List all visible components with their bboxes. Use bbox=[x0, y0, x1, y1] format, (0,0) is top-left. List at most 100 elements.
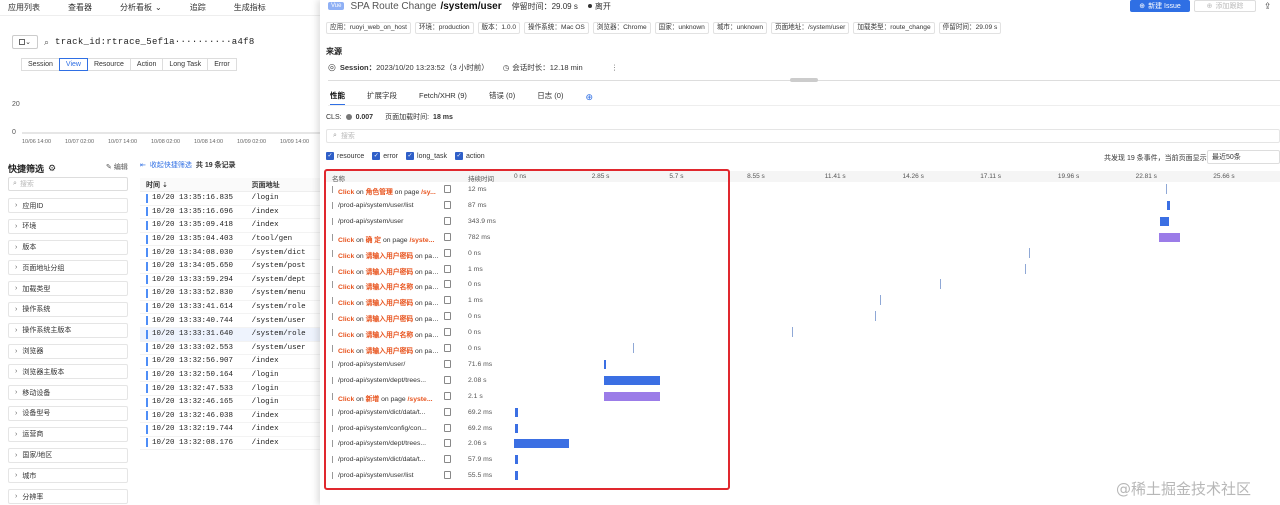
attribute-tag[interactable]: 城市：unknown bbox=[712, 22, 767, 34]
waterfall-row[interactable]: Click on 确 定 on page /syste... 782 ms bbox=[326, 230, 1280, 246]
page-size-select[interactable]: 最近50条 bbox=[1207, 150, 1280, 164]
copy-icon[interactable] bbox=[444, 280, 451, 289]
copy-icon[interactable] bbox=[444, 216, 451, 225]
tab-item[interactable]: 错误 (0) bbox=[489, 90, 515, 104]
add-track-button[interactable]: ⊕ 添加跟踪 bbox=[1194, 0, 1256, 12]
quick-filter-item[interactable]: › 浏览器 bbox=[8, 343, 128, 359]
quick-filter-item[interactable]: › 操作系统 bbox=[8, 301, 128, 317]
table-row[interactable]: 10/20 13:34:08.030/system/dict bbox=[140, 246, 320, 260]
waterfall-row[interactable]: /prod-api/system/user/list 87 ms bbox=[326, 198, 1280, 214]
table-row[interactable]: 10/20 13:32:47.533/login bbox=[140, 382, 320, 396]
waterfall-row[interactable]: Click on 请输入用户密码 on page p... 0 ns bbox=[326, 246, 1280, 262]
copy-icon[interactable] bbox=[444, 232, 451, 241]
waterfall-search-input[interactable]: ⌕ 搜索 bbox=[326, 129, 1280, 143]
checkbox-error[interactable]: ✓ error bbox=[372, 152, 398, 160]
type-filter-view[interactable]: View bbox=[58, 58, 88, 71]
copy-icon[interactable] bbox=[444, 391, 451, 400]
attribute-tag[interactable]: 页面地址：/system/user bbox=[771, 22, 850, 34]
copy-icon[interactable] bbox=[444, 375, 451, 384]
nav-item[interactable]: 追踪 bbox=[190, 2, 206, 13]
tab-item[interactable]: Fetch/XHR (9) bbox=[419, 90, 467, 104]
splitter-handle[interactable] bbox=[790, 78, 818, 82]
waterfall-row[interactable]: Click on 新增 on page /syste... 2.1 s bbox=[326, 389, 1280, 405]
quick-filter-item[interactable]: › 版本 bbox=[8, 239, 128, 255]
copy-icon[interactable] bbox=[444, 296, 451, 305]
quick-filter-item[interactable]: › 运营商 bbox=[8, 426, 128, 442]
copy-icon[interactable] bbox=[444, 200, 451, 209]
type-filter-error[interactable]: Error bbox=[207, 58, 237, 71]
copy-icon[interactable] bbox=[444, 248, 451, 257]
quick-filter-item[interactable]: › 移动设备 bbox=[8, 385, 128, 401]
copy-icon[interactable] bbox=[444, 407, 451, 416]
table-row[interactable]: 10/20 13:32:46.165/login bbox=[140, 396, 320, 410]
col-time-header[interactable]: 时间 ⇣ bbox=[140, 180, 252, 190]
waterfall-row[interactable]: /prod-api/system/dict/data/t... 57.9 ms bbox=[326, 452, 1280, 468]
waterfall-row[interactable]: Click on 请输入用户名称 on page p... 0 ns bbox=[326, 325, 1280, 341]
copy-icon[interactable] bbox=[444, 471, 451, 480]
quick-filter-item[interactable]: › 设备型号 bbox=[8, 405, 128, 421]
type-filter-session[interactable]: Session bbox=[21, 58, 60, 71]
copy-icon[interactable] bbox=[444, 455, 451, 464]
attribute-tag[interactable]: 加载类型：route_change bbox=[853, 22, 935, 34]
quick-filter-item[interactable]: › 操作系统主版本 bbox=[8, 322, 128, 338]
checkbox-action[interactable]: ✓ action bbox=[454, 152, 485, 160]
nav-item[interactable]: 生成指标 bbox=[234, 2, 266, 13]
quick-filter-item[interactable]: › 国家/地区 bbox=[8, 447, 128, 463]
type-filter-long-task[interactable]: Long Task bbox=[162, 58, 209, 71]
table-row[interactable]: 10/20 13:35:09.418/index bbox=[140, 219, 320, 233]
quick-filter-item[interactable]: › 页面地址分组 bbox=[8, 260, 128, 276]
table-row[interactable]: 10/20 13:32:46.038/index bbox=[140, 410, 320, 424]
filter-search-input[interactable]: ⌕ 搜索 bbox=[8, 177, 128, 191]
copy-icon[interactable] bbox=[444, 312, 451, 321]
waterfall-row[interactable]: /prod-api/system/user 343.9 ms bbox=[326, 214, 1280, 230]
waterfall-row[interactable]: Click on 请输入用户密码 on page p... 1 ms bbox=[326, 262, 1280, 278]
table-row[interactable]: 10/20 13:35:04.403/tool/gen bbox=[140, 233, 320, 247]
share-icon[interactable]: ⇪ bbox=[1264, 1, 1272, 12]
copy-icon[interactable] bbox=[444, 264, 451, 273]
table-row[interactable]: 10/20 13:32:50.164/login bbox=[140, 369, 320, 383]
copy-icon[interactable] bbox=[444, 328, 451, 337]
attribute-tag[interactable]: 版本：1.0.0 bbox=[477, 22, 520, 34]
new-issue-button[interactable]: ⊕ 新建 Issue bbox=[1130, 0, 1190, 12]
table-row[interactable]: 10/20 13:33:41.614/system/role bbox=[140, 301, 320, 315]
session-time[interactable]: 2023/10/20 13:23:52（3 小时前） bbox=[376, 62, 489, 73]
quick-filter-item[interactable]: › 应用ID bbox=[8, 198, 128, 213]
waterfall-row[interactable]: Click on 请输入用户密码 on page p... 0 ns bbox=[326, 309, 1280, 325]
copy-icon[interactable] bbox=[444, 439, 451, 448]
waterfall-row[interactable]: /prod-api/system/dept/trees... 2.08 s bbox=[326, 373, 1280, 389]
nav-item[interactable]: 查看器 bbox=[68, 2, 92, 13]
collapse-quick-filter-link[interactable]: 收起快捷筛选 bbox=[150, 160, 192, 170]
tab-item[interactable]: 性能 bbox=[330, 90, 345, 106]
tab-item[interactable]: 日志 (0) bbox=[537, 90, 563, 104]
table-row[interactable]: 10/20 13:32:19.744/index bbox=[140, 423, 320, 437]
waterfall-row[interactable]: /prod-api/system/dict/data/t... 69.2 ms bbox=[326, 405, 1280, 421]
table-row[interactable]: 10/20 13:33:40.744/system/user bbox=[140, 314, 320, 328]
quick-filter-item[interactable]: › 城市 bbox=[8, 468, 128, 484]
quick-filter-item[interactable]: › 浏览器主版本 bbox=[8, 364, 128, 380]
attribute-tag[interactable]: 环境：production bbox=[414, 22, 474, 34]
quick-filter-item[interactable]: › 分辨率 bbox=[8, 489, 128, 505]
attribute-tag[interactable]: 操作系统：Mac OS bbox=[524, 22, 589, 34]
copy-icon[interactable] bbox=[444, 344, 451, 352]
copy-icon[interactable] bbox=[444, 185, 451, 193]
add-tab-icon[interactable]: ⊕ bbox=[585, 92, 593, 103]
copy-icon[interactable] bbox=[444, 359, 451, 368]
waterfall-row[interactable]: Click on 请输入用户密码 on page p... 1 ms bbox=[326, 293, 1280, 309]
more-icon[interactable]: ⋮ bbox=[611, 63, 619, 72]
search-input[interactable]: track_id:rtrace_5ef1a··········a4f8 bbox=[55, 37, 255, 47]
waterfall-row[interactable]: Click on 角色管理 on page /sy... 12 ms bbox=[326, 182, 1280, 198]
tab-item[interactable]: 扩展字段 bbox=[367, 90, 397, 104]
search-scope-select[interactable]: ⌄ bbox=[12, 35, 38, 49]
table-row[interactable]: 10/20 13:32:08.176/index bbox=[140, 437, 320, 451]
quick-filter-item[interactable]: › 环境 bbox=[8, 218, 128, 234]
nav-item[interactable]: 分析看板 ⌄ bbox=[120, 2, 162, 13]
waterfall-row[interactable]: /prod-api/system/config/con... 69.2 ms bbox=[326, 421, 1280, 437]
waterfall-row[interactable]: Click on 请输入用户密码 on page p... 0 ns bbox=[326, 341, 1280, 357]
checkbox-resource[interactable]: ✓ resource bbox=[326, 152, 364, 160]
waterfall-row[interactable]: /prod-api/system/dept/trees... 2.06 s bbox=[326, 436, 1280, 452]
type-filter-action[interactable]: Action bbox=[129, 58, 164, 71]
copy-icon[interactable] bbox=[444, 423, 451, 432]
nav-item[interactable]: 应用列表 bbox=[8, 2, 40, 13]
waterfall-row[interactable]: Click on 请输入用户名称 on page p... 0 ns bbox=[326, 277, 1280, 293]
table-row[interactable]: 10/20 13:33:02.553/system/user bbox=[140, 342, 320, 356]
